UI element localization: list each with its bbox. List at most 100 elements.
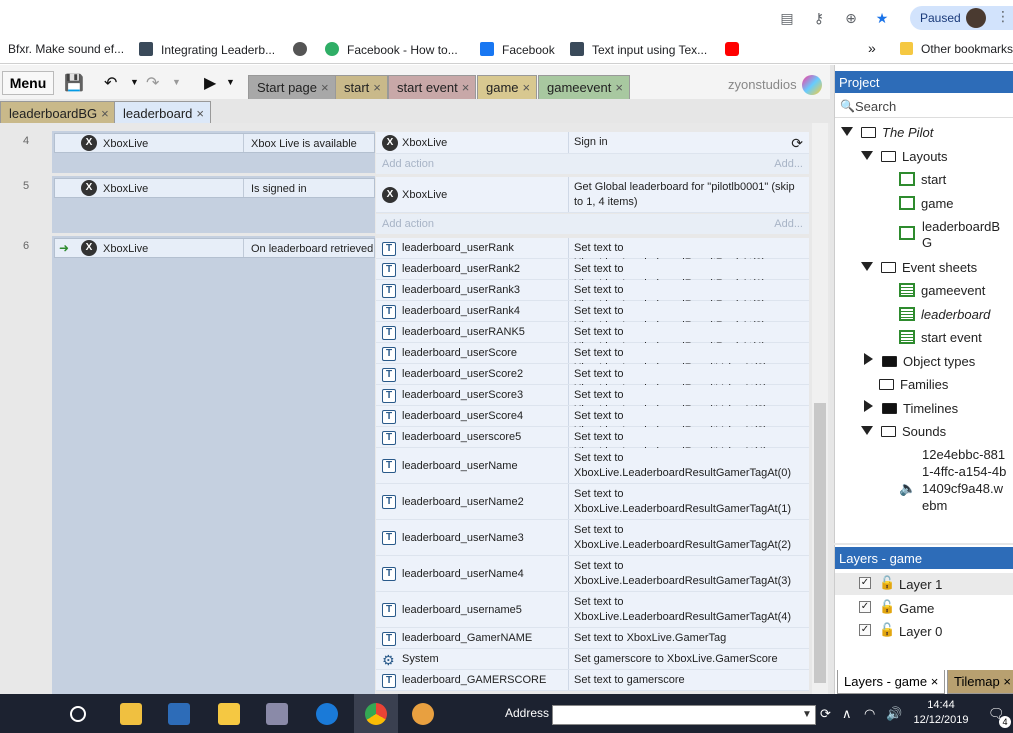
visible-checkbox[interactable]: ✓ bbox=[859, 624, 871, 636]
play-icon[interactable]: ▶ bbox=[204, 73, 216, 93]
tree-layout-item[interactable] bbox=[899, 226, 921, 241]
expand-icon[interactable] bbox=[861, 151, 873, 160]
add-circle-icon[interactable]: ⊕ bbox=[842, 9, 860, 27]
other-bookmarks[interactable]: Other bookmarks bbox=[900, 42, 1013, 56]
tree-families[interactable]: Families bbox=[879, 377, 948, 392]
refresh-icon[interactable]: ⟳ bbox=[820, 706, 831, 722]
tab-start-event[interactable]: start event × bbox=[388, 75, 477, 99]
profile-paused-button[interactable]: Paused ⋮ bbox=[910, 6, 1013, 30]
action-row[interactable]: Tleaderboard_userRank4Set text to XboxLi… bbox=[376, 301, 809, 332]
refresh-icon[interactable]: ⟳ bbox=[791, 135, 803, 152]
app-icon[interactable] bbox=[266, 703, 288, 725]
tree-event-sheets[interactable]: Event sheets bbox=[861, 260, 977, 275]
action-row[interactable]: Tleaderboard_username5 Set text to XboxLi… bbox=[376, 592, 809, 628]
unlock-icon[interactable]: 🔓 bbox=[879, 599, 895, 615]
edge-icon[interactable] bbox=[316, 703, 338, 725]
action-row[interactable]: Tleaderboard_userScore3Set text to XboxL… bbox=[376, 385, 809, 416]
bookmark-item[interactable] bbox=[293, 42, 315, 57]
tab-layers[interactable]: Layers - game × bbox=[837, 670, 946, 694]
close-icon[interactable]: × bbox=[196, 106, 204, 121]
action-row[interactable]: Tleaderboard_userName3 Set text to XboxLi… bbox=[376, 520, 809, 556]
action-row[interactable]: Tleaderboard_userRank2Set text to XboxLi… bbox=[376, 259, 809, 290]
tree-object-types[interactable]: Object types bbox=[861, 353, 975, 369]
add-action-row[interactable]: Add action Add... bbox=[376, 154, 809, 174]
tab-leaderboardbg[interactable]: leaderboardBG × bbox=[0, 101, 116, 125]
more-vert-icon[interactable]: ⋮ bbox=[996, 8, 1010, 25]
action-row[interactable]: X XboxLive Get Global leaderboard for "p… bbox=[376, 177, 809, 213]
event-block[interactable] bbox=[52, 236, 375, 694]
layer-row[interactable]: ✓ 🔓 Layer 1 bbox=[835, 573, 1013, 595]
action-row[interactable]: Tleaderboard_userScore4Set text to XboxL… bbox=[376, 406, 809, 437]
close-icon[interactable]: × bbox=[373, 80, 381, 95]
close-icon[interactable]: × bbox=[1003, 674, 1011, 689]
close-icon[interactable]: × bbox=[462, 80, 470, 95]
sound-file[interactable]: 12e4ebbc-8811-4ffc-a154-4b1409cf9a48.web… bbox=[922, 446, 1008, 514]
chevron-up-icon[interactable]: ∧ bbox=[842, 706, 852, 722]
action-row[interactable]: Tleaderboard_userRank3Set text to XboxLi… bbox=[376, 280, 809, 311]
store-icon[interactable] bbox=[120, 703, 142, 725]
action-row[interactable]: X XboxLive Sign in ⟳ bbox=[376, 132, 809, 154]
key-icon[interactable]: ⚷ bbox=[810, 9, 828, 27]
undo-icon[interactable]: ↶ bbox=[104, 73, 117, 93]
layer-row[interactable]: ✓ 🔓 Layer 0 bbox=[835, 620, 1013, 642]
action-row[interactable]: Tleaderboard_GamerNAME Set text to XboxLi… bbox=[376, 628, 809, 649]
bookmark-item[interactable]: Bfxr. Make sound ef... bbox=[8, 42, 124, 56]
paint-icon[interactable] bbox=[412, 703, 434, 725]
redo-icon[interactable]: ↷ bbox=[146, 73, 159, 93]
condition-row[interactable]: X XboxLive Is signed in bbox=[54, 178, 375, 198]
tree-root[interactable]: The Pilot bbox=[841, 125, 933, 140]
scrollbar-thumb[interactable] bbox=[814, 403, 826, 683]
layer-row[interactable]: ✓ 🔓 Game bbox=[835, 597, 1013, 619]
save-icon[interactable]: 💾 bbox=[64, 73, 84, 93]
visible-checkbox[interactable]: ✓ bbox=[859, 601, 871, 613]
bookmark-item[interactable]: Integrating Leaderb... bbox=[139, 42, 275, 57]
action-row[interactable]: Tleaderboard_userScore2Set text to XboxL… bbox=[376, 364, 809, 395]
tab-gameevent[interactable]: gameevent × bbox=[538, 75, 630, 99]
volume-icon[interactable]: 🔊 bbox=[886, 706, 902, 722]
tab-tilemap[interactable]: Tilemap × bbox=[947, 670, 1013, 694]
undo-dropdown-icon[interactable]: ▼ bbox=[130, 77, 139, 87]
menu-button[interactable]: Menu bbox=[2, 71, 54, 95]
tree-sheet-item[interactable]: gameevent bbox=[899, 283, 985, 298]
close-icon[interactable]: × bbox=[931, 674, 939, 689]
address-input[interactable] bbox=[552, 705, 816, 725]
bookmark-item[interactable] bbox=[725, 42, 747, 57]
action-row[interactable]: Tleaderboard_userscore5Set text to XboxL… bbox=[376, 427, 809, 458]
tree-layouts[interactable]: Layouts bbox=[861, 149, 948, 164]
tab-game[interactable]: game × bbox=[477, 75, 538, 99]
expand-icon[interactable] bbox=[841, 127, 853, 136]
bookmark-item[interactable]: Text input using Tex... bbox=[570, 42, 707, 57]
play-dropdown-icon[interactable]: ▼ bbox=[226, 77, 235, 87]
tree-sheet-item[interactable]: leaderboard bbox=[899, 307, 990, 322]
chrome-taskbar-item[interactable] bbox=[354, 694, 398, 733]
action-row[interactable]: Tleaderboard_userRankSet text to XboxLiv… bbox=[376, 238, 809, 269]
tree-timelines[interactable]: Timelines bbox=[861, 400, 958, 416]
action-row[interactable]: Tleaderboard_userScoreSet text to XboxLi… bbox=[376, 343, 809, 374]
tab-start[interactable]: start × bbox=[335, 75, 388, 99]
event-sheet-editor[interactable]: 4 X XboxLive Xbox Live is available X Xb… bbox=[0, 123, 830, 694]
unlock-icon[interactable]: 🔓 bbox=[879, 622, 895, 638]
expand-icon[interactable] bbox=[861, 426, 873, 435]
more-bookmarks-button[interactable]: » bbox=[868, 40, 876, 56]
tree-layout-item[interactable]: start bbox=[899, 172, 946, 187]
tree-layout-item[interactable]: game bbox=[899, 196, 954, 211]
close-icon[interactable]: × bbox=[615, 80, 623, 95]
visible-checkbox[interactable]: ✓ bbox=[859, 577, 871, 589]
unlock-icon[interactable]: 🔓 bbox=[879, 575, 895, 591]
app-icon[interactable] bbox=[168, 703, 190, 725]
action-row[interactable]: Tleaderboard_userName Set text to XboxLiv… bbox=[376, 448, 809, 484]
clock[interactable]: 14:44 12/12/2019 bbox=[908, 698, 974, 728]
bookmark-item[interactable]: Facebook - How to... bbox=[325, 42, 458, 57]
collapse-icon[interactable] bbox=[864, 400, 873, 412]
action-row[interactable]: Tleaderboard_userName4 Set text to XboxLi… bbox=[376, 556, 809, 592]
action-row[interactable]: Tleaderboard_GAMERSCORE Set text to gamer… bbox=[376, 670, 809, 691]
file-explorer-icon[interactable] bbox=[218, 703, 240, 725]
close-icon[interactable]: × bbox=[101, 106, 109, 121]
tab-start-page[interactable]: Start page × bbox=[248, 75, 336, 99]
chevron-down-icon[interactable]: ▼ bbox=[802, 709, 812, 720]
search-input[interactable]: Search bbox=[835, 96, 1013, 118]
expand-icon[interactable] bbox=[861, 262, 873, 271]
close-icon[interactable]: × bbox=[523, 80, 531, 95]
clipboard-icon[interactable]: ▤ bbox=[778, 9, 796, 27]
condition-row[interactable]: X XboxLive Xbox Live is available bbox=[54, 133, 375, 153]
